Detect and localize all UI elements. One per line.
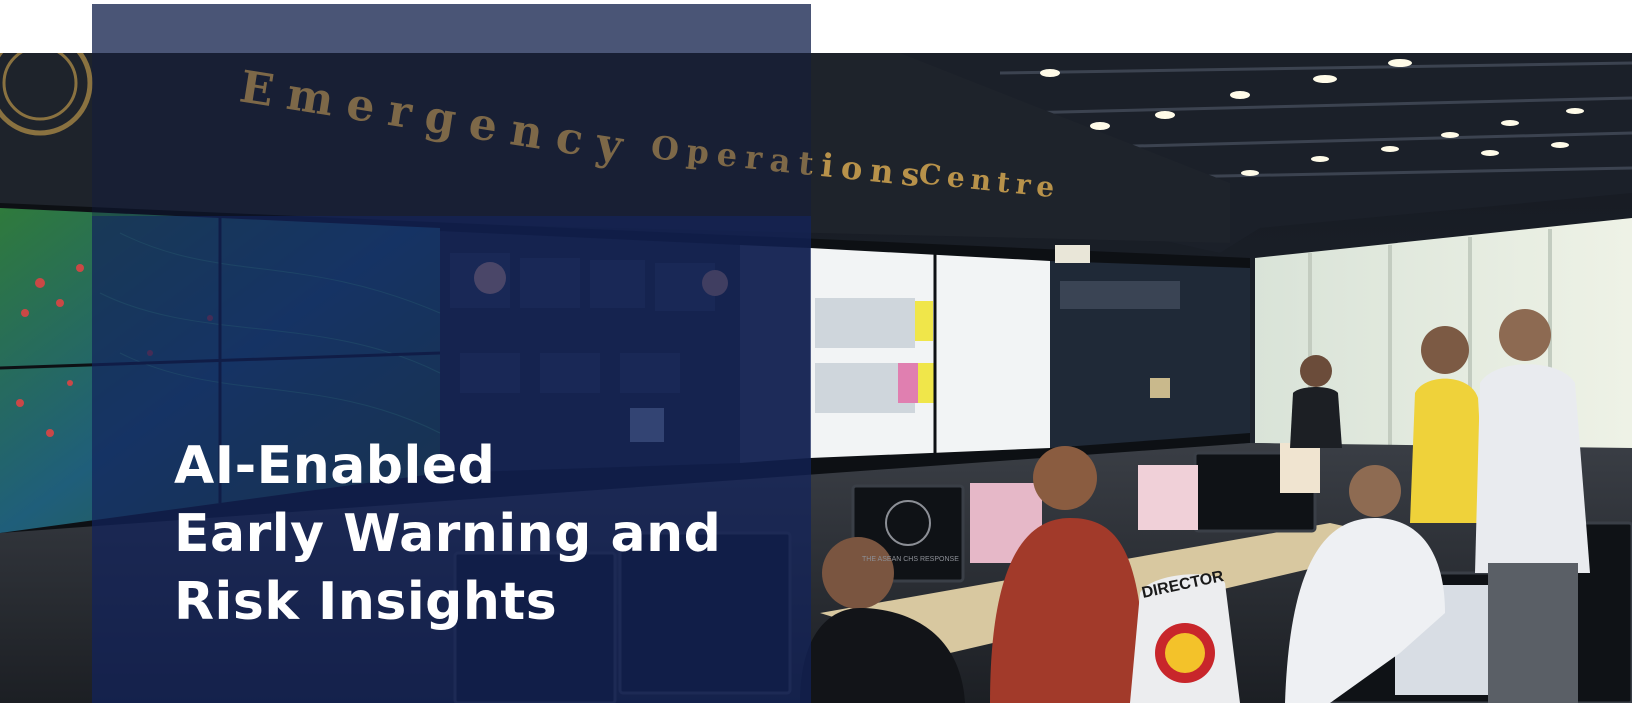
hero-headline: AI-Enabled Early Warning and Risk Insigh… — [174, 432, 794, 636]
hero-banner: Emergency Operations Centre DIRECTOR THE… — [0, 0, 1632, 703]
monitor-caption: THE ASEAN CHS RESPONSE — [862, 556, 959, 563]
overlay-upper-tint — [92, 53, 811, 216]
top-accent-bar — [92, 4, 811, 53]
headline-line-2: Early Warning and — [174, 504, 722, 564]
headline-line-3: Risk Insights — [174, 572, 558, 632]
headline-line-1: AI-Enabled — [174, 436, 496, 496]
